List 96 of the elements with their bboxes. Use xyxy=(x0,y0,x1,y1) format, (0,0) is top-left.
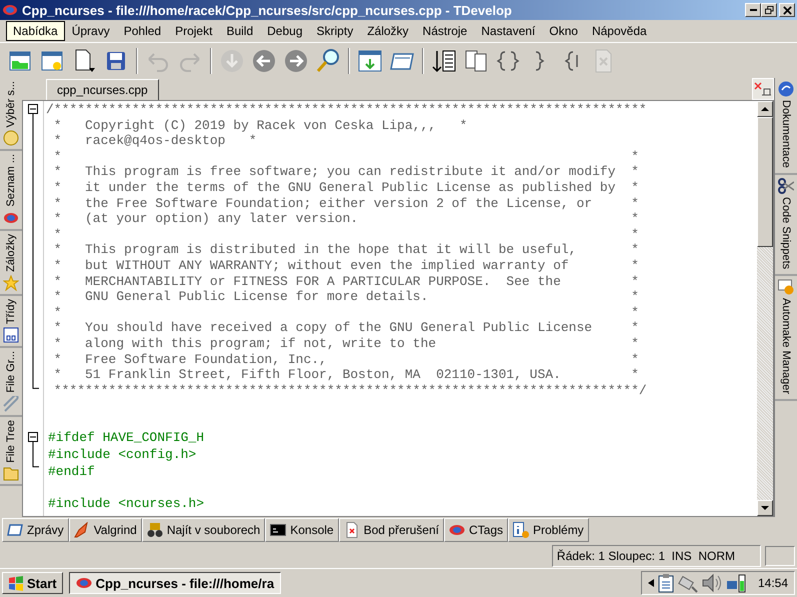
code-line: * This program is distributed in the hope that it will be useful, * xyxy=(52,242,639,258)
vertical-scrollbar[interactable] xyxy=(757,101,773,516)
output-tab[interactable]: Zprávy xyxy=(2,518,69,542)
close-button[interactable] xyxy=(779,3,795,17)
code-line: * You should have received a copy of the GNU General Public License * xyxy=(52,320,639,336)
window-down-icon[interactable] xyxy=(358,48,382,72)
windows-flag-icon xyxy=(8,575,24,591)
start-button[interactable]: Start xyxy=(2,572,63,594)
close-document-button[interactable] xyxy=(752,78,774,100)
document-x-icon xyxy=(344,522,360,538)
output-tab[interactable]: Najít v souborech xyxy=(142,518,266,542)
side-tab[interactable]: Automake Manager xyxy=(775,276,797,402)
copy-icon[interactable] xyxy=(464,48,488,72)
code-line: #include <ncurses.h> xyxy=(48,496,204,511)
code-line: * This program is free software; you can redistribute it and/or modify * xyxy=(52,164,639,180)
restore-button[interactable] xyxy=(761,3,777,17)
code-line: * Free Software Foundation, Inc., * xyxy=(52,352,639,366)
code-line: #ifdef HAVE_CONFIG_H xyxy=(48,430,204,446)
output-tab[interactable]: Bod přerušení xyxy=(338,518,444,542)
code-line: /**************************************************************************** xyxy=(46,102,647,117)
app-logo-icon xyxy=(2,2,18,18)
menu-item[interactable]: Záložky xyxy=(360,21,416,41)
grid-icon xyxy=(3,327,19,344)
scroll-up-button[interactable] xyxy=(757,101,773,117)
tray-expand-icon[interactable] xyxy=(648,579,654,587)
code-line: * Copyright (C) 2019 by Racek von Ceska Lipa,,, * xyxy=(52,118,468,133)
output-tab[interactable]: CTags xyxy=(444,518,508,542)
clock: 14:54 xyxy=(758,576,788,590)
taskbar-window-button[interactable]: Cpp_ncurses - file:///home/ra xyxy=(68,572,282,594)
file-tab[interactable]: cpp_ncurses.cpp xyxy=(46,79,159,100)
status-panel xyxy=(765,546,795,566)
sort-icon[interactable] xyxy=(432,48,456,72)
up-arrow-icon xyxy=(761,107,769,111)
info-icon xyxy=(513,522,529,538)
cursor-position-status: Řádek: 1 Sloupec: 1 INS NORM xyxy=(552,544,761,566)
code-line: * 51 Franklin Street, Fifth Floor, Boston, MA 02110-1301, USA. * xyxy=(52,367,639,382)
clipboard-icon[interactable] xyxy=(658,573,674,593)
side-tab[interactable]: Code Snippets xyxy=(775,174,797,276)
speaker-icon[interactable] xyxy=(702,573,722,593)
minimize-button[interactable] xyxy=(745,3,761,17)
code-line: * along with this program; if not, write to the * xyxy=(52,336,639,351)
side-tab[interactable]: Dokumentace xyxy=(775,78,797,175)
code-line: * (at your option) any later version. * xyxy=(52,211,639,226)
code-line: * * xyxy=(52,148,639,164)
minimize-icon xyxy=(750,9,756,11)
close-icon xyxy=(782,6,792,14)
battery-icon[interactable] xyxy=(726,573,746,593)
code-line: * the Free Software Foundation; either version 2 of the License, or * xyxy=(52,196,639,211)
star-icon xyxy=(3,274,19,291)
folder-open-icon[interactable] xyxy=(8,48,32,72)
window-icon xyxy=(7,522,23,538)
menu-item[interactable]: Nabídka xyxy=(6,21,65,41)
code-line: * but WITHOUT ANY WARRANTY; without even the implied warranty of * xyxy=(52,258,639,273)
scroll-thumb[interactable] xyxy=(757,117,773,247)
menu-item[interactable]: Projekt xyxy=(168,21,220,41)
find-icon[interactable] xyxy=(316,48,340,72)
output-tab[interactable]: Valgrind xyxy=(68,518,142,542)
ball-icon xyxy=(448,522,465,538)
code-line: * racek@q4os-desktop * xyxy=(52,133,257,148)
code-line: #endif xyxy=(48,464,95,479)
menu-item[interactable]: Úpravy xyxy=(64,21,117,41)
code-line: #include <config.h> xyxy=(48,447,196,462)
app-logo-icon xyxy=(76,575,92,591)
window-title: Cpp_ncurses - file:///home/racek/Cpp_ncurses/src/cpp_ncurses.cpp - TDevelop xyxy=(22,2,513,18)
code-line: * it under the terms of the GNU General Public License as published by * xyxy=(52,180,639,195)
code-line: * * xyxy=(52,226,639,242)
scissors-icon xyxy=(778,178,794,194)
down-arrow-icon xyxy=(761,506,769,510)
menu-item[interactable]: Build xyxy=(219,21,260,41)
code-line: * * xyxy=(52,304,639,320)
terminal-icon xyxy=(270,522,286,538)
menu-item[interactable]: Nastavení xyxy=(474,21,542,41)
menu-item[interactable]: Okno xyxy=(542,21,585,41)
menu-item[interactable]: Skripty xyxy=(310,21,360,41)
restore-icon xyxy=(764,6,774,14)
output-tab[interactable]: Konsole xyxy=(265,518,339,542)
output-tab[interactable]: Problémy xyxy=(508,518,589,542)
new-project-icon[interactable] xyxy=(40,48,64,72)
code-line: * GNU General Public License for more details. * xyxy=(52,289,639,304)
forward-icon[interactable] xyxy=(284,48,308,72)
code-line: * MERCHANTABILITY or FITNESS FOR A PARTICULAR PURPOSE. See the * xyxy=(52,274,639,289)
menu-item[interactable]: Nápověda xyxy=(584,21,654,41)
globe-icon xyxy=(778,81,794,97)
menu-item[interactable]: Pohled xyxy=(116,21,168,41)
paperclip-icon xyxy=(3,396,19,412)
folder-icon xyxy=(3,465,19,482)
menu-item[interactable]: Debug xyxy=(260,21,310,41)
code-editor[interactable] xyxy=(22,100,774,517)
back-icon[interactable] xyxy=(252,48,276,72)
menu-item[interactable]: Nástroje xyxy=(416,21,474,41)
binoculars-icon xyxy=(146,522,163,538)
close-document-icon xyxy=(754,82,772,96)
scroll-down-button[interactable] xyxy=(757,500,773,516)
rocket-icon xyxy=(74,522,90,538)
brace-icon[interactable] xyxy=(496,48,520,72)
code-line: ***************************************************************************/ xyxy=(52,382,647,398)
